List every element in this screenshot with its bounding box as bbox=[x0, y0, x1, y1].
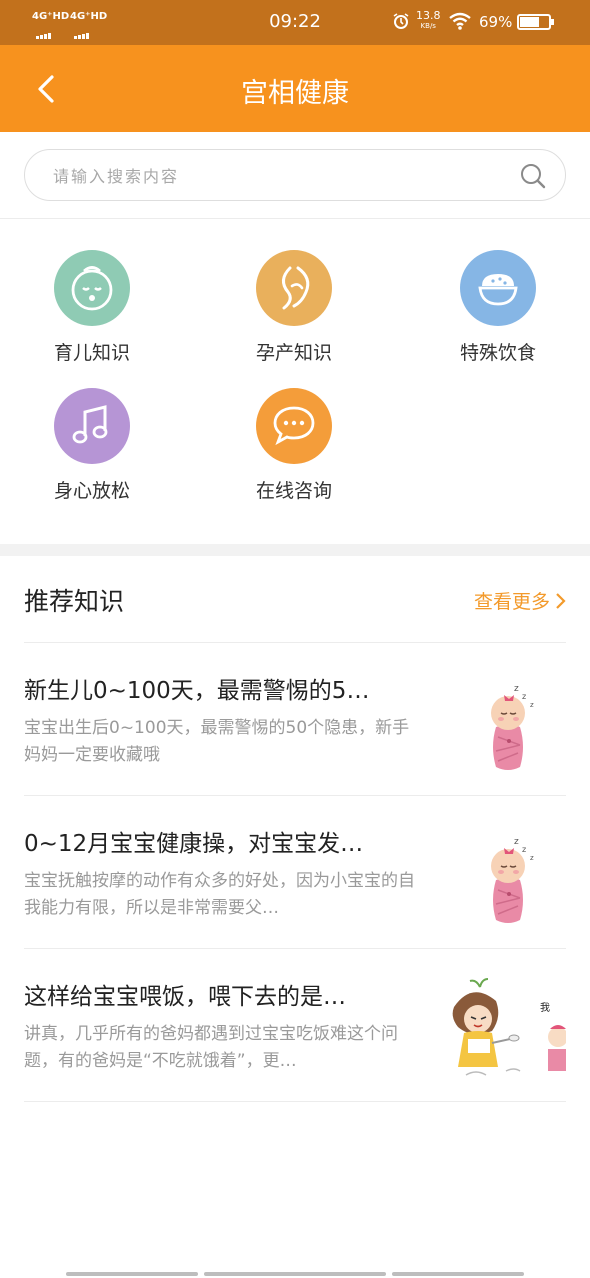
section-divider bbox=[0, 544, 590, 556]
article-item[interactable]: 新生儿0~100天，最需警惕的5… 宝宝出生后0~100天，最需警惕的50个隐患… bbox=[0, 643, 590, 795]
divider bbox=[24, 1101, 566, 1102]
feeding-cartoon-illustration: 我 bbox=[446, 967, 566, 1083]
category-label: 育儿知识 bbox=[53, 342, 130, 364]
article-description: 讲真，几乎所有的爸妈都遇到过宝宝吃饭难这个问题，有的爸妈是“不吃就饿着”，更… bbox=[24, 1024, 398, 1071]
gesture-bar bbox=[66, 1272, 198, 1276]
article-item[interactable]: 0~12月宝宝健康操，对宝宝发… 宝宝抚触按摩的动作有众多的好处，因为小宝宝的自… bbox=[0, 796, 590, 948]
gesture-bar bbox=[392, 1272, 524, 1276]
chat-bubble-icon bbox=[256, 388, 332, 464]
chevron-right-icon bbox=[556, 593, 566, 609]
wifi-icon bbox=[449, 12, 471, 34]
page-title: 宫相健康 bbox=[241, 78, 349, 109]
svg-text:z: z bbox=[514, 684, 519, 694]
nav-bar: 宫相健康 bbox=[0, 45, 590, 132]
search-input[interactable] bbox=[51, 150, 525, 202]
network-speed-unit: KB/s bbox=[420, 22, 436, 30]
sleeping-baby-illustration: z z z bbox=[446, 661, 566, 777]
category-parenting[interactable]: 育儿知识 bbox=[2, 250, 182, 365]
baby-face-icon bbox=[54, 250, 130, 326]
search-icon[interactable] bbox=[519, 162, 547, 194]
recommend-header: 推荐知识 查看更多 bbox=[0, 556, 590, 642]
battery-percent: 69% bbox=[479, 13, 513, 31]
status-bar: 4G⁺HD 4G⁺HD 09:22 13.8 KB/s 69% bbox=[0, 0, 590, 45]
category-pregnancy[interactable]: 孕产知识 bbox=[204, 250, 384, 365]
category-consult[interactable]: 在线咨询 bbox=[204, 388, 384, 503]
svg-text:z: z bbox=[530, 854, 534, 862]
category-label: 在线咨询 bbox=[255, 480, 332, 502]
svg-text:z: z bbox=[530, 701, 534, 709]
article-item[interactable]: 这样给宝宝喂饭，喂下去的是… 讲真，几乎所有的爸妈都遇到过宝宝吃饭难这个问题，有… bbox=[0, 949, 590, 1101]
article-title: 0~12月宝宝健康操，对宝宝发… bbox=[24, 831, 364, 857]
search-area bbox=[0, 132, 590, 219]
article-title: 这样给宝宝喂饭，喂下去的是… bbox=[24, 984, 346, 1010]
pregnancy-icon bbox=[256, 250, 332, 326]
article-description: 宝宝抚触按摩的动作有众多的好处，因为小宝宝的自我能力有限，所以是非常需要父… bbox=[24, 871, 415, 918]
category-relax[interactable]: 身心放松 bbox=[2, 388, 182, 503]
category-label: 孕产知识 bbox=[255, 342, 332, 364]
view-more-link[interactable]: 查看更多 bbox=[474, 587, 568, 614]
category-label: 特殊饮食 bbox=[459, 342, 536, 364]
rice-bowl-icon bbox=[460, 250, 536, 326]
battery-icon bbox=[517, 14, 554, 30]
article-description: 宝宝出生后0~100天，最需警惕的50个隐患，新手妈妈一定要收藏哦 bbox=[24, 718, 410, 765]
svg-text:z: z bbox=[522, 692, 526, 701]
category-grid: 育儿知识 孕产知识 特殊饮食 身心放松 在线咨询 bbox=[0, 219, 590, 544]
svg-text:z: z bbox=[514, 837, 519, 847]
sleeping-baby-illustration: z z z bbox=[446, 814, 566, 930]
category-special-diet[interactable]: 特殊饮食 bbox=[408, 250, 588, 365]
music-note-icon bbox=[54, 388, 130, 464]
network-speed: 13.8 KB/s bbox=[416, 10, 441, 32]
view-more-label: 查看更多 bbox=[473, 591, 550, 613]
category-label: 身心放松 bbox=[53, 480, 130, 502]
article-title: 新生儿0~100天，最需警惕的5… bbox=[24, 678, 370, 704]
search-box[interactable] bbox=[24, 149, 566, 202]
svg-text:z: z bbox=[522, 845, 526, 854]
gesture-bar[interactable] bbox=[204, 1272, 386, 1276]
section-title: 推荐知识 bbox=[24, 587, 125, 616]
alarm-icon bbox=[392, 12, 410, 34]
svg-text:我: 我 bbox=[540, 1002, 550, 1014]
